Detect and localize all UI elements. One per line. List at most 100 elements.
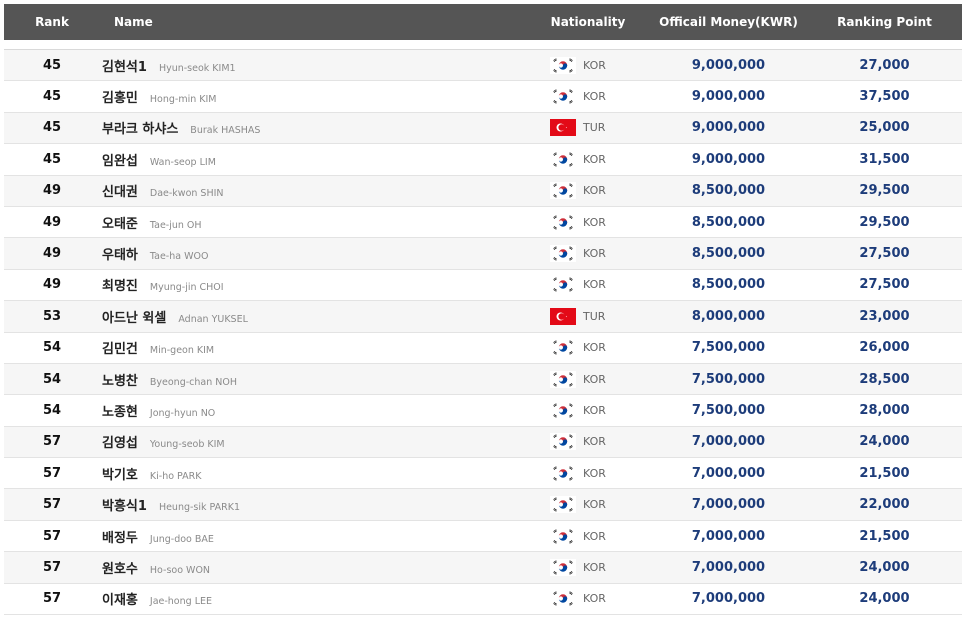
rank-cell: 57 bbox=[42, 528, 62, 544]
name-cell: 박기호 Ki-ho PARK bbox=[100, 464, 526, 483]
korean-name[interactable]: 노종현 bbox=[102, 401, 138, 420]
korean-name[interactable]: 오태준 bbox=[102, 213, 138, 232]
korean-name[interactable]: 아드난 윅셀 bbox=[102, 307, 166, 326]
english-name: Ho-soo WON bbox=[149, 564, 211, 576]
nationality-cell: KOR bbox=[526, 370, 650, 388]
point-cell: 28,500 bbox=[859, 371, 910, 387]
table-row[interactable]: 57 박기호 Ki-ho PARK KOR 7,000,000 21,500 bbox=[4, 458, 962, 490]
table-row[interactable]: 45 부라크 하샤스 Burak HASHAS TUR 9,000,000 25… bbox=[4, 112, 962, 145]
korean-name[interactable]: 김영섭 bbox=[102, 432, 138, 451]
rank-cell: 49 bbox=[42, 214, 62, 230]
kor-flag-icon bbox=[550, 527, 576, 545]
name-cell: 김현석1 Hyun-seok KIM1 bbox=[100, 56, 526, 75]
table-row[interactable]: 57 원호수 Ho-soo WON KOR 7,000,000 24,000 bbox=[4, 552, 962, 584]
header-nationality[interactable]: Nationality bbox=[526, 15, 650, 29]
header-point[interactable]: Ranking Point bbox=[807, 15, 962, 29]
kor-flag-icon bbox=[550, 558, 576, 576]
english-name: Byeong-chan NOH bbox=[149, 376, 238, 388]
nationality-code: KOR bbox=[583, 403, 606, 417]
kor-flag-icon bbox=[550, 433, 576, 451]
table-row[interactable]: 45 김홍민 Hong-min KIM KOR 9,000,000 37,500 bbox=[4, 81, 962, 113]
korean-name[interactable]: 원호수 bbox=[102, 558, 138, 577]
point-cell: 24,000 bbox=[859, 434, 910, 450]
table-row[interactable]: 49 우태하 Tae-ha WOO KOR 8,500,000 27,500 bbox=[4, 238, 962, 270]
point-cell: 21,500 bbox=[859, 528, 910, 544]
nationality-cell: KOR bbox=[526, 433, 650, 451]
name-cell: 최명진 Myung-jin CHOI bbox=[100, 275, 526, 294]
korean-name[interactable]: 노병찬 bbox=[102, 370, 138, 389]
korean-name[interactable]: 김민건 bbox=[102, 338, 138, 357]
header-rank[interactable]: Rank bbox=[4, 15, 100, 29]
nationality-cell: KOR bbox=[526, 56, 650, 74]
table-row[interactable]: 57 김영섭 Young-seob KIM KOR 7,000,000 24,0… bbox=[4, 426, 962, 459]
nationality-code: KOR bbox=[583, 58, 606, 72]
table-row[interactable]: 45 김현석1 Hyun-seok KIM1 KOR 9,000,000 27,… bbox=[4, 50, 962, 82]
name-cell: 노병찬 Byeong-chan NOH bbox=[100, 370, 526, 389]
nationality-cell: KOR bbox=[526, 496, 650, 514]
header-name[interactable]: Name bbox=[100, 15, 526, 29]
korean-name[interactable]: 우태하 bbox=[102, 244, 138, 263]
rank-cell: 49 bbox=[42, 183, 62, 199]
english-name: Min-geon KIM bbox=[149, 345, 215, 357]
point-cell: 37,500 bbox=[859, 89, 910, 105]
point-cell: 27,500 bbox=[859, 246, 910, 262]
table-row[interactable]: 45 임완섭 Wan-seop LIM KOR 9,000,000 31,500 bbox=[4, 144, 962, 176]
table-header: Rank Name Nationality Officail Money(KWR… bbox=[4, 4, 962, 40]
english-name: Hong-min KIM bbox=[149, 94, 217, 106]
table-row[interactable]: 57 박흥식1 Heung-sik PARK1 KOR 7,000,000 22… bbox=[4, 489, 962, 521]
korean-name[interactable]: 김현석1 bbox=[102, 56, 147, 75]
name-cell: 아드난 윅셀 Adnan YUKSEL bbox=[100, 307, 526, 326]
rank-cell: 45 bbox=[42, 151, 62, 167]
point-cell: 24,000 bbox=[859, 559, 910, 575]
korean-name[interactable]: 임완섭 bbox=[102, 150, 138, 169]
name-cell: 원호수 Ho-soo WON bbox=[100, 558, 526, 577]
korean-name[interactable]: 부라크 하샤스 bbox=[102, 118, 178, 137]
korean-name[interactable]: 박흥식1 bbox=[102, 495, 147, 514]
table-row[interactable]: 54 노종현 Jong-hyun NO KOR 7,500,000 28,000 bbox=[4, 395, 962, 427]
name-cell: 이재홍 Jae-hong LEE bbox=[100, 589, 526, 608]
nationality-cell: KOR bbox=[526, 464, 650, 482]
table-row[interactable]: 49 최명진 Myung-jin CHOI KOR 8,500,000 27,5… bbox=[4, 269, 962, 302]
korean-name[interactable]: 신대권 bbox=[102, 181, 138, 200]
table-row[interactable]: 57 배정두 Jung-doo BAE KOR 7,000,000 21,500 bbox=[4, 520, 962, 553]
table-row[interactable]: 57 이재홍 Jae-hong LEE KOR 7,000,000 24,000 bbox=[4, 583, 962, 616]
nationality-code: KOR bbox=[583, 466, 606, 480]
name-cell: 박흥식1 Heung-sik PARK1 bbox=[100, 495, 526, 514]
nationality-code: KOR bbox=[583, 560, 606, 574]
point-cell: 23,000 bbox=[859, 308, 910, 324]
point-cell: 24,000 bbox=[859, 591, 910, 607]
header-money[interactable]: Officail Money(KWR) bbox=[650, 15, 807, 29]
rank-cell: 45 bbox=[42, 120, 62, 136]
nationality-cell: TUR bbox=[526, 307, 650, 325]
header-name-label: Name bbox=[114, 15, 153, 29]
korean-name[interactable]: 이재홍 bbox=[102, 589, 138, 608]
money-cell: 9,000,000 bbox=[691, 89, 766, 105]
point-cell: 31,500 bbox=[859, 151, 910, 167]
korean-name[interactable]: 최명진 bbox=[102, 275, 138, 294]
name-cell: 김홍민 Hong-min KIM bbox=[100, 87, 526, 106]
table-row[interactable]: 53 아드난 윅셀 Adnan YUKSEL TUR 8,000,000 23,… bbox=[4, 301, 962, 333]
table-row[interactable]: 49 오태준 Tae-jun OH KOR 8,500,000 29,500 bbox=[4, 206, 962, 239]
kor-flag-icon bbox=[550, 245, 576, 263]
point-cell: 27,500 bbox=[859, 277, 910, 293]
korean-name[interactable]: 박기호 bbox=[102, 464, 138, 483]
kor-flag-icon bbox=[550, 370, 576, 388]
money-cell: 9,000,000 bbox=[691, 120, 766, 136]
name-cell: 배정두 Jung-doo BAE bbox=[100, 527, 526, 546]
nationality-code: TUR bbox=[583, 309, 606, 323]
table-row[interactable]: 54 김민건 Min-geon KIM KOR 7,500,000 26,000 bbox=[4, 332, 962, 364]
name-cell: 노종현 Jong-hyun NO bbox=[100, 401, 526, 420]
korean-name[interactable]: 김홍민 bbox=[102, 87, 138, 106]
nationality-cell: KOR bbox=[526, 88, 650, 106]
rank-cell: 45 bbox=[42, 57, 62, 73]
kor-flag-icon bbox=[550, 464, 576, 482]
table-row[interactable]: 54 노병찬 Byeong-chan NOH KOR 7,500,000 28,… bbox=[4, 363, 962, 396]
nationality-cell: KOR bbox=[526, 558, 650, 576]
table-row[interactable]: 49 신대권 Dae-kwon SHIN KOR 8,500,000 29,50… bbox=[4, 175, 962, 207]
kor-flag-icon bbox=[550, 56, 576, 74]
english-name: Burak HASHAS bbox=[190, 125, 261, 137]
english-name: Dae-kwon SHIN bbox=[149, 188, 224, 200]
korean-name[interactable]: 배정두 bbox=[102, 527, 138, 546]
point-cell: 21,500 bbox=[859, 465, 910, 481]
english-name: Tae-ha WOO bbox=[149, 251, 209, 263]
